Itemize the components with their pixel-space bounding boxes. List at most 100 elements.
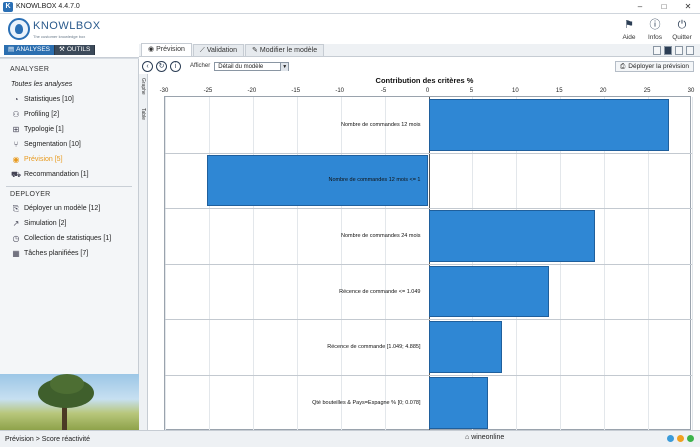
x-tick-label: -30 xyxy=(159,88,169,94)
deploy-forecast-button[interactable]: ⎙ Déployer la prévision xyxy=(615,61,694,72)
x-tick-label: 10 xyxy=(511,88,519,94)
row-divider xyxy=(165,375,692,376)
tab-validation[interactable]: ⟋ Validation xyxy=(192,44,245,56)
sidebar-item-typologie[interactable]: ⊞ Typologie [1] xyxy=(0,122,138,137)
vtab-graphe[interactable]: Graphe xyxy=(140,78,146,95)
maximize-icon[interactable]: □ xyxy=(652,0,676,14)
sidebar-tree-photo xyxy=(0,374,139,430)
category-label: Récence de commande <= 1.049 xyxy=(339,288,421,295)
tab-bar: ◉ Prévision ⟋ Validation ✎ Modifier le m… xyxy=(139,43,700,57)
refresh-icon[interactable]: ↻ xyxy=(156,60,167,72)
gridline xyxy=(692,97,693,431)
simulation-icon: ↗ xyxy=(12,218,20,228)
window-title: KNOWLBOX 4.4.7.0 xyxy=(16,3,80,10)
quit-button[interactable]: ⏻ Quitter xyxy=(669,18,695,41)
help-button[interactable]: ⚑ Aide xyxy=(616,18,642,41)
tree-icon: ⑂ xyxy=(13,139,19,149)
sidebar-item-taches-planifiees[interactable]: ▦ Tâches planifiées [7] xyxy=(0,246,138,261)
chart-plot-area: Nombre de commandes 12 mois Nombre de com… xyxy=(164,96,693,431)
x-tick-label: 30 xyxy=(687,88,695,94)
logo-icon xyxy=(8,18,30,40)
chart-title: Contribution des critères % xyxy=(375,76,474,85)
status-database: ⌂ wineonline xyxy=(465,434,505,441)
brand-name: KNOWLBOX xyxy=(33,20,101,32)
bar[interactable] xyxy=(428,265,549,318)
flag-icon: ⚑ xyxy=(624,19,634,31)
sidebar-item-segmentation[interactable]: ⑂ Segmentation [10] xyxy=(0,137,138,152)
target-icon: ◉ xyxy=(12,154,20,164)
x-tick-label: -15 xyxy=(291,88,301,94)
pdf-icon[interactable] xyxy=(675,46,683,55)
x-tick-label: 0 xyxy=(425,88,430,94)
x-tick-label: 25 xyxy=(643,88,651,94)
back-icon[interactable]: ‹ xyxy=(142,60,153,72)
typology-icon: ⊞ xyxy=(12,124,20,134)
status-breadcrumb: Prévision > Score réactivité xyxy=(5,435,91,443)
edit-icon: ✎ xyxy=(252,46,258,54)
brand-tagline: The customer knowledge box xyxy=(33,34,86,39)
window-titlebar: K KNOWLBOX 4.4.7.0 – □ ✕ xyxy=(0,0,700,14)
close-icon[interactable]: ✕ xyxy=(676,0,700,14)
sidebar: ANALYSER Toutes les analyses ◔ Statistiq… xyxy=(0,59,139,430)
sidebar-section-analyser: ANALYSER xyxy=(10,66,50,73)
status-indicator-icon xyxy=(687,435,694,442)
x-tick-label: -20 xyxy=(247,88,257,94)
sidebar-item-recommandation[interactable]: ⛟ Recommandation [1] xyxy=(0,167,138,182)
info-icon[interactable]: i xyxy=(170,60,181,72)
mode-analyses-button[interactable]: ▤ ANALYSES xyxy=(4,45,55,55)
calendar-icon: ▦ xyxy=(12,248,20,258)
row-divider xyxy=(165,152,692,154)
x-tick-label: 20 xyxy=(599,88,607,94)
gauge-icon: ◷ xyxy=(12,233,20,243)
vtab-table[interactable]: Table xyxy=(140,108,146,120)
document-icon[interactable] xyxy=(653,46,661,55)
power-icon: ⏻ xyxy=(677,19,687,31)
export-tools xyxy=(653,46,694,55)
row-divider xyxy=(165,263,692,265)
bar[interactable] xyxy=(428,99,670,151)
tab-prevision[interactable]: ◉ Prévision xyxy=(141,43,192,56)
row-divider xyxy=(165,208,692,210)
row-divider xyxy=(165,319,692,321)
x-tick-label: -5 xyxy=(380,88,387,94)
mode-outils-button[interactable]: ⚒ OUTILS xyxy=(55,45,96,55)
status-indicators xyxy=(667,435,694,442)
status-indicator-icon xyxy=(667,435,674,442)
chart-icon: ▤ xyxy=(8,46,15,53)
chart-toolbar: ‹ ↻ i Afficher Détail du modèle ▼ ⎙ Dépl… xyxy=(139,58,700,74)
sidebar-section-deployer: DEPLOYER xyxy=(10,191,51,198)
sidebar-item-profiling[interactable]: ⚇ Profiling [2] xyxy=(0,107,138,122)
status-bar: Prévision > Score réactivité ⌂ wineonlin… xyxy=(0,430,700,447)
excel-icon[interactable] xyxy=(664,46,672,55)
line-chart-icon: ⟋ xyxy=(199,46,205,54)
status-indicator-icon xyxy=(677,435,684,442)
bar[interactable] xyxy=(428,321,503,373)
wrench-icon: ⚒ xyxy=(59,46,65,53)
sidebar-item-simulation[interactable]: ↗ Simulation [2] xyxy=(0,216,138,231)
show-label: Afficher xyxy=(190,63,211,69)
display-select[interactable]: Détail du modèle ▼ xyxy=(214,61,290,71)
sidebar-item-prevision[interactable]: ◉ Prévision [5] xyxy=(0,152,138,167)
mode-switcher: ▤ ANALYSES ⚒ OUTILS xyxy=(4,45,96,55)
bar[interactable] xyxy=(428,210,595,262)
category-label: Nombre de commandes 12 mois <= 1 xyxy=(328,177,421,184)
sidebar-item-statistiques[interactable]: ◔ Statistiques [10] xyxy=(0,92,138,107)
pie-chart-icon: ◔ xyxy=(13,94,19,104)
deploy-icon: ⎙ xyxy=(620,62,626,70)
sidebar-item-collection-statistiques[interactable]: ◷ Collection de statistiques [1] xyxy=(0,231,138,246)
database-icon: ⌂ xyxy=(465,434,470,441)
contribution-chart: Contribution des critères % -30 -25 -20 -15… xyxy=(149,74,700,431)
info-button[interactable]: ⓘ Infos xyxy=(642,18,668,41)
sidebar-divider xyxy=(6,186,132,187)
save-icon[interactable] xyxy=(686,46,694,55)
x-tick-label: 5 xyxy=(469,88,474,94)
bar[interactable] xyxy=(428,377,489,429)
x-tick-label: 15 xyxy=(555,88,563,94)
category-label: Récence de commande [1.049; 4.885] xyxy=(327,344,421,351)
target-icon: ◉ xyxy=(148,46,155,53)
category-label: Nombre de commandes 12 mois xyxy=(341,121,421,128)
tab-modifier-modele[interactable]: ✎ Modifier le modèle xyxy=(245,44,325,56)
sidebar-item-deployer-modele[interactable]: ⎘ Déployer un modèle [12] xyxy=(0,201,138,216)
sidebar-item-toutes-analyses[interactable]: Toutes les analyses xyxy=(0,77,138,92)
minimize-icon[interactable]: – xyxy=(628,0,652,14)
